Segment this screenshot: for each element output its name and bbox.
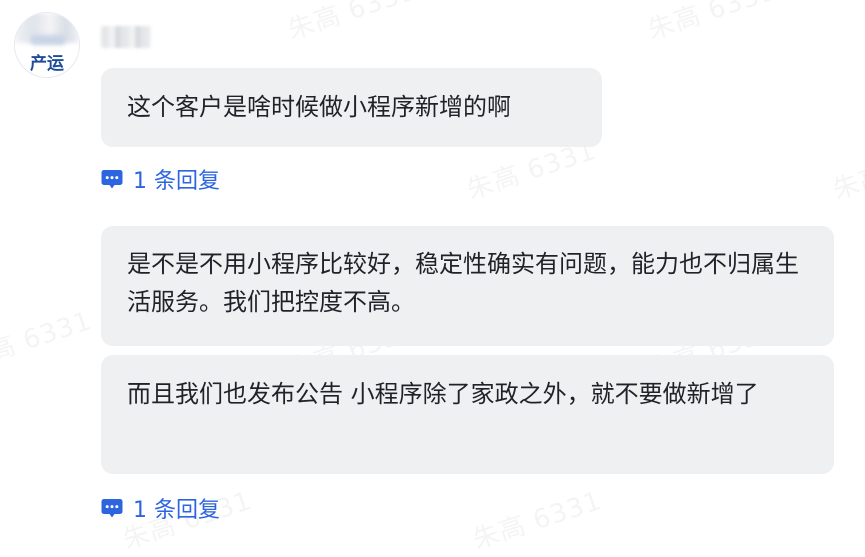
watermark-9: 朱高 6331	[643, 0, 781, 47]
comment-bubble-icon	[101, 498, 123, 517]
watermark-3: 朱高 6331	[0, 300, 96, 376]
avatar-blurred-mark	[31, 35, 65, 45]
reply-count-label: 1 条回复	[133, 169, 220, 194]
message-bubble[interactable]: 这个客户是啥时候做小程序新增的啊	[101, 68, 602, 147]
message-bubble[interactable]: 而且我们也发布公告 小程序除了家政之外，就不要做新增了	[101, 355, 834, 474]
watermark-7: 朱高 6331	[468, 480, 606, 556]
message-text: 是不是不用小程序比较好，稳定性确实有问题，能力也不归属生活服务。我们把控度不高。	[127, 250, 799, 316]
comment-bubble-icon	[101, 169, 123, 188]
reply-count-link[interactable]: 1 条回复	[101, 493, 220, 523]
reply-count-label: 1 条回复	[133, 498, 220, 523]
sender-name-redacted[interactable]	[101, 26, 151, 48]
avatar-label: 产运	[30, 54, 64, 74]
message-bubble[interactable]: 是不是不用小程序比较好，稳定性确实有问题，能力也不归属生活服务。我们把控度不高。	[101, 226, 834, 346]
watermark-8: 朱高 6331	[283, 0, 421, 47]
message-text: 而且我们也发布公告 小程序除了家政之外，就不要做新增了	[127, 380, 759, 408]
watermark-2: 朱高 6331	[828, 130, 865, 206]
reply-count-link[interactable]: 1 条回复	[101, 164, 220, 194]
avatar[interactable]: 产运	[14, 12, 80, 78]
message-text: 这个客户是啥时候做小程序新增的啊	[127, 93, 511, 121]
